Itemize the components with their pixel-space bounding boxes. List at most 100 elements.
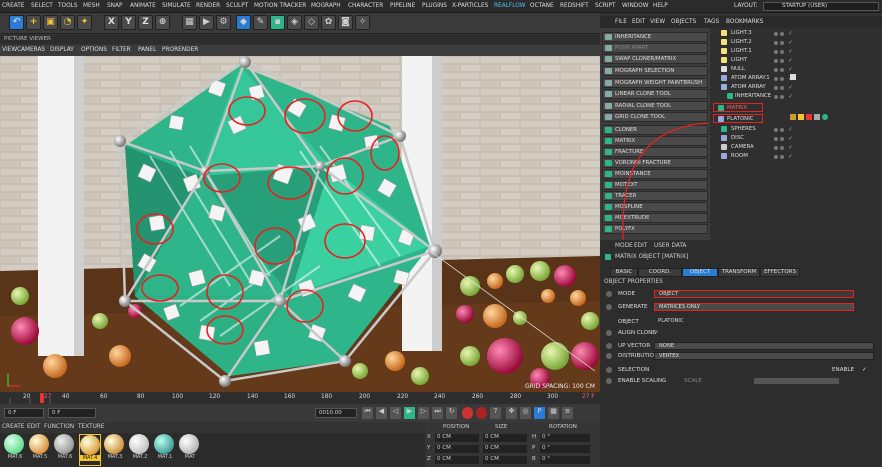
subdivision-icon[interactable]: ◈ <box>287 15 302 30</box>
menu-item-swap-cloner[interactable]: SWAP CLONER/MATRIX <box>602 54 708 64</box>
material-slot[interactable]: MAT.6 <box>54 434 76 466</box>
menu-window[interactable]: WINDOW <box>622 3 649 9</box>
generate-dropdown[interactable]: MATRICES ONLY <box>654 303 854 311</box>
timeline-ruler[interactable]: 20 27 40 60 80 100 120 140 160 180 200 2… <box>0 392 600 404</box>
coord-rot-field[interactable]: 0 ° <box>540 445 590 453</box>
attr-menu-user-data[interactable]: USER DATA <box>654 243 686 249</box>
menu-x-particles[interactable]: X-PARTICLES <box>452 3 488 9</box>
prev-key-icon[interactable]: ◀ <box>376 407 387 419</box>
cloner-icon[interactable]: ▪ <box>270 15 285 30</box>
move-icon[interactable]: + <box>26 15 41 30</box>
z-axis-icon[interactable]: Z <box>138 15 153 30</box>
menu-sculpt[interactable]: SCULPT <box>226 3 248 9</box>
menu-redshift[interactable]: REDSHIFT <box>560 3 589 9</box>
goto-start-icon[interactable]: ⏮ <box>362 407 373 419</box>
render-view-icon[interactable]: ▶ <box>199 15 214 30</box>
menu-script[interactable]: SCRIPT <box>595 3 616 9</box>
material-slot[interactable]: MAT.5 <box>29 434 51 466</box>
menu-item-linear-clone[interactable]: LINEAR CLONE TOOL <box>602 89 708 99</box>
object-row[interactable]: INHERITANCE ✓ <box>713 92 881 101</box>
object-row[interactable]: ATOM ARRAY.1✓ <box>713 74 881 83</box>
layout-dropdown[interactable]: STARTUP (USER) <box>763 2 879 11</box>
attr-menu-mode[interactable]: MODE <box>615 243 633 249</box>
render-region-icon[interactable]: ▦ <box>182 15 197 30</box>
menu-simulate[interactable]: SIMULATE <box>162 3 191 9</box>
menu-render[interactable]: RENDER <box>196 3 220 9</box>
menu-tools[interactable]: TOOLS <box>58 3 78 9</box>
material-menu-function[interactable]: FUNCTION <box>44 424 74 430</box>
rotate-key-icon[interactable]: ◎ <box>520 407 531 419</box>
y-axis-icon[interactable]: Y <box>121 15 136 30</box>
menu-help[interactable]: HELP <box>653 3 668 9</box>
param-key-icon[interactable]: ▦ <box>548 407 559 419</box>
coord-size-field[interactable]: 0 CM <box>483 456 527 464</box>
material-slot[interactable]: MAT <box>179 434 201 466</box>
om-menu-edit[interactable]: EDIT <box>632 19 645 25</box>
play-icon[interactable]: ▶ <box>404 407 415 419</box>
object-row[interactable]: LIGHT.1 ✓ <box>713 47 881 56</box>
material-menu-texture[interactable]: TEXTURE <box>78 424 105 430</box>
menu-pipeline[interactable]: PIPELINE <box>390 3 415 9</box>
coord-size-field[interactable]: 0 CM <box>483 434 527 442</box>
coord-rot-field[interactable]: 0 ° <box>540 456 590 464</box>
om-menu-tags[interactable]: TAGS <box>704 19 719 25</box>
scale-key-icon[interactable]: P <box>534 407 545 419</box>
object-row[interactable]: LIGHT ✓ <box>713 56 881 65</box>
viewport-menu-display[interactable]: DISPLAY <box>50 47 74 53</box>
select-icon[interactable]: ✦ <box>77 15 92 30</box>
menu-mesh[interactable]: MESH <box>83 3 100 9</box>
tab-effectors[interactable]: EFFECTORS <box>760 268 800 277</box>
menu-create[interactable]: CREATE <box>2 3 24 9</box>
coord-pos-field[interactable]: 0 CM <box>435 434 479 442</box>
camera-icon[interactable]: ◙ <box>338 15 353 30</box>
up-vector-dropdown[interactable]: NONE <box>654 342 874 350</box>
light-icon[interactable]: ✧ <box>355 15 370 30</box>
deformer-icon[interactable]: ◇ <box>304 15 319 30</box>
material-slot[interactable]: MAT.3 <box>104 434 126 466</box>
x-axis-icon[interactable]: X <box>104 15 119 30</box>
distribution-dropdown[interactable]: VERTEX <box>654 352 874 360</box>
coord-pos-field[interactable]: 0 CM <box>435 445 479 453</box>
material-slot-selected[interactable]: MAT.4 <box>79 434 101 466</box>
object-row[interactable]: LIGHT.3 ✓ <box>713 29 881 38</box>
tab-object[interactable]: OBJECT <box>682 268 718 277</box>
coord-pos-field[interactable]: 0 CM <box>435 456 479 464</box>
object-row[interactable]: NULL ✓ <box>713 65 881 74</box>
scale-slider[interactable] <box>754 378 839 384</box>
undo-icon[interactable]: ↶ <box>9 15 24 30</box>
max-frame-field[interactable]: 0010.00 <box>315 408 357 418</box>
coord-size-field[interactable]: 0 CM <box>483 445 527 453</box>
viewport-menu-options[interactable]: OPTIONS <box>81 47 107 53</box>
goto-end-icon[interactable]: ⏭ <box>432 407 443 419</box>
tab-coord[interactable]: COORD. <box>638 268 682 277</box>
environment-icon[interactable]: ✿ <box>321 15 336 30</box>
material-slot[interactable]: MAT.6 <box>4 434 26 466</box>
viewport-menu-panel[interactable]: PANEL <box>138 47 156 53</box>
menu-mograph[interactable]: MOGRAPH <box>311 3 341 9</box>
min-frame-field[interactable]: 0 F <box>48 408 96 418</box>
record-icon[interactable] <box>462 407 473 419</box>
tag-icon[interactable] <box>790 74 796 80</box>
viewport-menu-filter[interactable]: FILTER <box>112 47 131 53</box>
coord-rot-field[interactable]: 0 ° <box>540 434 590 442</box>
menu-realflow[interactable]: REALFLOW <box>494 3 526 9</box>
mode-dropdown[interactable]: OBJECT <box>654 290 854 298</box>
om-menu-bookmarks[interactable]: BOOKMARKS <box>726 19 763 25</box>
object-row[interactable]: ATOM ARRAY ✓ <box>713 83 881 92</box>
keyframe-icon[interactable]: ? <box>490 407 501 419</box>
tag-group[interactable] <box>790 114 830 121</box>
object-row[interactable]: LIGHT.2 ✓ <box>713 38 881 47</box>
3d-viewport[interactable]: GRID SPACING: 100 CM <box>0 56 600 392</box>
rotate-icon[interactable]: ◔ <box>60 15 75 30</box>
tab-transform[interactable]: TRANSFORM <box>718 268 760 277</box>
om-menu-file[interactable]: FILE <box>615 19 627 25</box>
align-clone-checkbox[interactable]: ✓ <box>654 328 659 338</box>
menu-plugins[interactable]: PLUGINS <box>422 3 447 9</box>
material-menu-edit[interactable]: EDIT <box>27 424 40 430</box>
object-link-field[interactable]: PLATONIC <box>654 318 874 326</box>
viewport-menu-view[interactable]: VIEW <box>2 47 17 53</box>
move-key-icon[interactable]: ✥ <box>506 407 517 419</box>
menu-select[interactable]: SELECT <box>31 3 53 9</box>
menu-snap[interactable]: SNAP <box>107 3 122 9</box>
prev-frame-icon[interactable]: ◁ <box>390 407 401 419</box>
